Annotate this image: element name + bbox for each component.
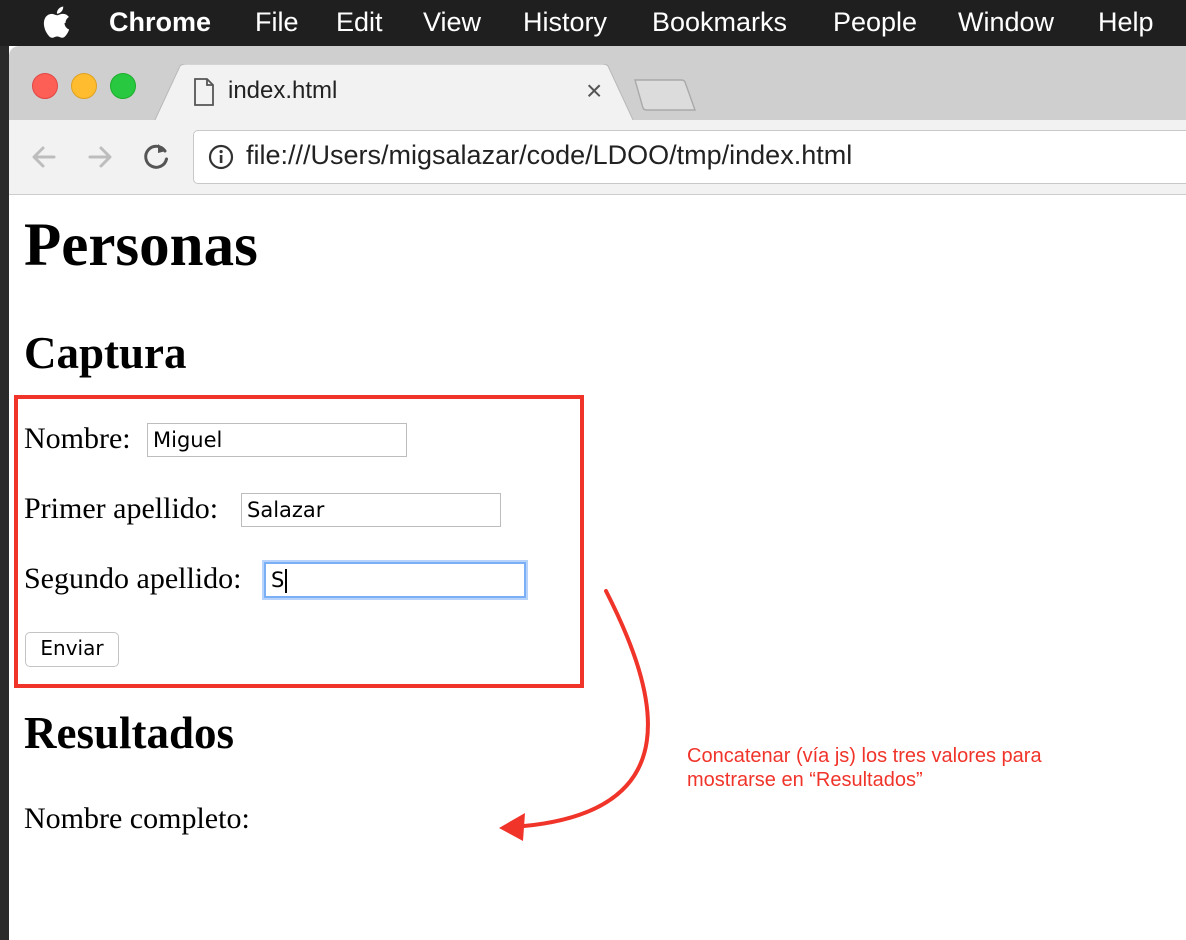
page-content: Personas Captura Nombre: Miguel Primer a… — [9, 195, 1186, 940]
close-icon[interactable]: × — [586, 76, 602, 106]
reload-icon[interactable] — [139, 140, 173, 174]
zoom-window-button[interactable] — [110, 73, 136, 99]
menu-window[interactable]: Window — [958, 0, 1054, 46]
tab-strip: index.html × — [9, 46, 1186, 122]
tab-shape — [154, 64, 634, 122]
annotation-arrow — [499, 589, 650, 841]
close-window-button[interactable] — [32, 73, 58, 99]
text-caret — [285, 569, 288, 593]
mac-menu-bar: Chrome File Edit View History Bookmarks … — [0, 0, 1186, 46]
segundo-apellido-label: Segundo apellido: — [24, 562, 242, 595]
menu-help[interactable]: Help — [1098, 0, 1154, 46]
document-icon — [194, 78, 214, 106]
menu-view[interactable]: View — [423, 0, 481, 46]
tab-title: index.html — [228, 77, 338, 104]
tab-index-html[interactable]: index.html × — [154, 64, 634, 122]
new-tab-button[interactable] — [633, 78, 697, 112]
menu-people[interactable]: People — [833, 0, 917, 46]
window-shadow-edge — [0, 46, 9, 940]
segundo-apellido-value: S — [271, 568, 285, 592]
browser-toolbar: file:///Users/migsalazar/code/LDOO/tmp/i… — [9, 120, 1186, 195]
primer-apellido-input[interactable]: Salazar — [241, 493, 501, 527]
menu-bookmarks[interactable]: Bookmarks — [652, 0, 787, 46]
annotation-note: Concatenar (vía js) los tres valores par… — [687, 745, 1042, 791]
back-arrow-icon[interactable] — [27, 140, 61, 174]
enviar-button[interactable]: Enviar — [25, 632, 119, 667]
forward-arrow-icon[interactable] — [83, 140, 117, 174]
menu-edit[interactable]: Edit — [336, 0, 383, 46]
menu-file[interactable]: File — [255, 0, 299, 46]
nombre-input[interactable]: Miguel — [147, 423, 407, 457]
info-icon[interactable] — [208, 144, 234, 170]
results-heading: Resultados — [24, 708, 235, 758]
page-title: Personas — [24, 212, 258, 279]
menu-history[interactable]: History — [523, 0, 607, 46]
minimize-window-button[interactable] — [71, 73, 97, 99]
primer-apellido-label: Primer apellido: — [24, 492, 219, 525]
url-text[interactable]: file:///Users/migsalazar/code/LDOO/tmp/i… — [246, 140, 852, 171]
menu-app-chrome[interactable]: Chrome — [109, 0, 211, 46]
address-bar[interactable]: file:///Users/migsalazar/code/LDOO/tmp/i… — [193, 130, 1186, 184]
apple-icon[interactable] — [41, 6, 71, 38]
nombre-label: Nombre: — [24, 422, 131, 455]
capture-heading: Captura — [24, 328, 187, 378]
browser-window: index.html × file:///Users/migsalazar/co… — [9, 46, 1186, 940]
full-name-label: Nombre completo: — [24, 802, 250, 835]
